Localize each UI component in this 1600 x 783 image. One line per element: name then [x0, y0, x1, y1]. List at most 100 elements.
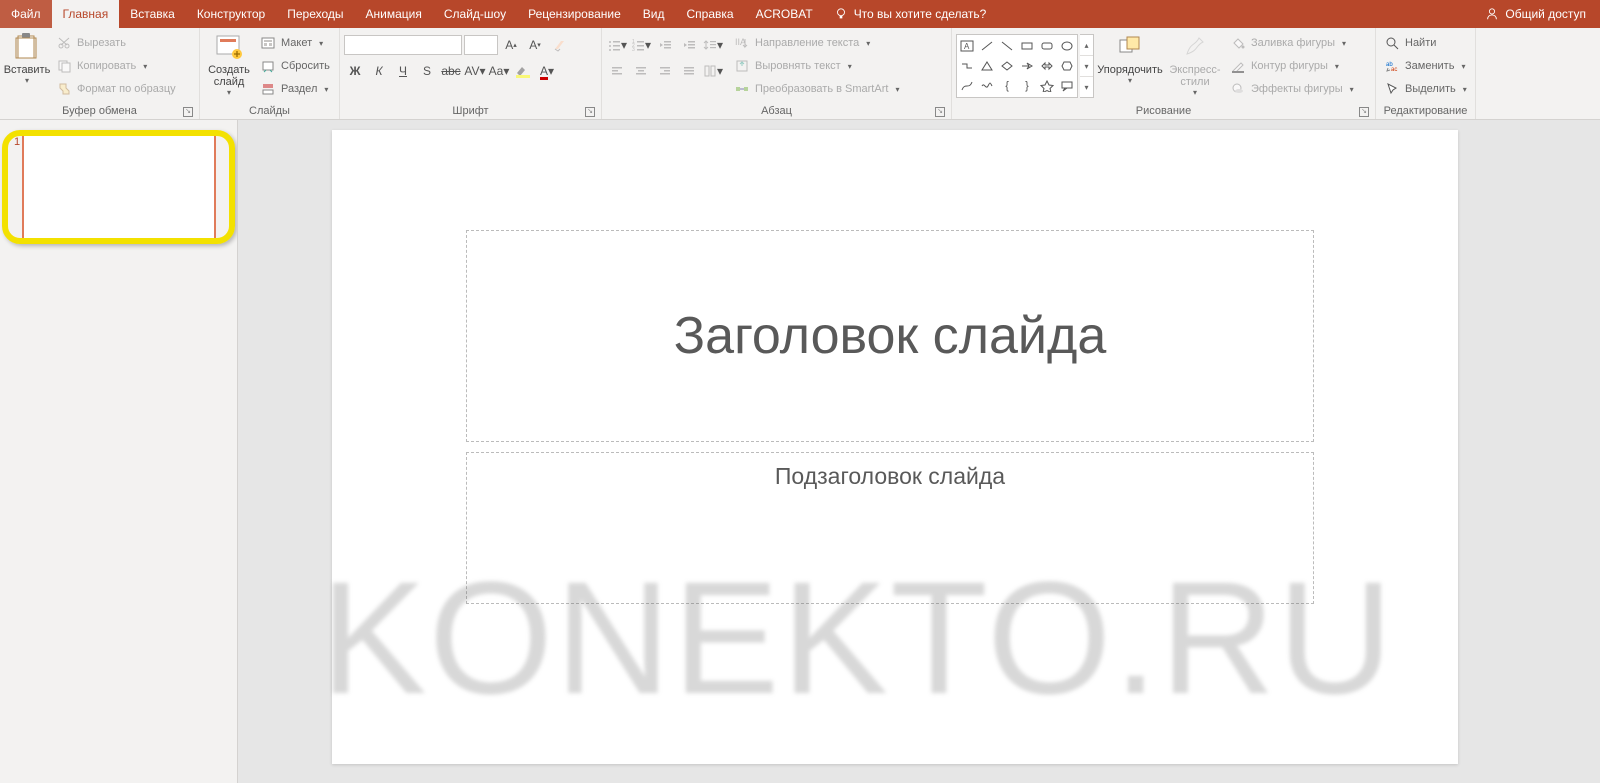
copy-button[interactable]: Копировать ▾: [52, 55, 180, 77]
share-icon: [1485, 7, 1499, 21]
tab-file[interactable]: Файл: [0, 0, 52, 28]
shape-brace-l-icon[interactable]: {: [998, 77, 1017, 96]
layout-icon: [260, 35, 276, 51]
shape-rect-icon[interactable]: [1018, 36, 1037, 55]
shape-triangle-icon[interactable]: [978, 56, 997, 75]
shape-effects-button[interactable]: Эффекты фигуры▾: [1226, 78, 1358, 100]
grow-font-button[interactable]: A▴: [500, 34, 522, 56]
reset-button[interactable]: Сбросить: [256, 55, 334, 77]
numbering-button[interactable]: 123▾: [630, 34, 652, 56]
dialog-launcher-icon[interactable]: ↘: [935, 107, 945, 117]
shape-callout-icon[interactable]: [1057, 77, 1076, 96]
shape-fill-button[interactable]: Заливка фигуры▾: [1226, 32, 1358, 54]
shape-hexagon-icon[interactable]: [1057, 56, 1076, 75]
new-slide-label: Создать слайд: [206, 64, 252, 88]
replace-button[interactable]: abac Заменить▾: [1380, 55, 1471, 77]
highlight-button[interactable]: [512, 60, 534, 82]
shape-doublearrow-icon[interactable]: [1037, 56, 1056, 75]
tab-animations[interactable]: Анимация: [355, 0, 433, 28]
clear-formatting-button[interactable]: [548, 34, 570, 56]
shape-freeform-icon[interactable]: [978, 77, 997, 96]
change-case-button[interactable]: Aa▾: [488, 60, 510, 82]
shape-roundrect-icon[interactable]: [1037, 36, 1056, 55]
align-text-button[interactable]: Выровнять текст▾: [730, 55, 903, 77]
shape-arrow-icon[interactable]: [1018, 56, 1037, 75]
shape-star-icon[interactable]: [1037, 77, 1056, 96]
text-direction-button[interactable]: IIA Направление текста▾: [730, 32, 903, 54]
columns-button[interactable]: ▾: [702, 60, 724, 82]
slide-canvas-area[interactable]: Заголовок слайда Подзаголовок слайда KON…: [238, 120, 1600, 783]
cut-button[interactable]: Вырезать: [52, 32, 180, 54]
scroll-down-icon[interactable]: ▾: [1080, 56, 1093, 77]
shape-line2-icon[interactable]: [998, 36, 1017, 55]
tab-design[interactable]: Конструктор: [186, 0, 276, 28]
section-label: Раздел: [281, 83, 317, 95]
share-button[interactable]: Общий доступ: [1471, 0, 1600, 28]
chevron-down-icon: ▾: [1193, 89, 1197, 98]
tab-home[interactable]: Главная: [52, 0, 120, 28]
underline-button[interactable]: Ч: [392, 60, 414, 82]
shape-circle-icon[interactable]: [1057, 36, 1076, 55]
shapes-gallery[interactable]: A { }: [956, 34, 1078, 98]
align-right-button[interactable]: [654, 60, 676, 82]
shape-diamond-icon[interactable]: [998, 56, 1017, 75]
char-spacing-button[interactable]: AV▾: [464, 60, 486, 82]
justify-button[interactable]: [678, 60, 700, 82]
tab-transitions[interactable]: Переходы: [276, 0, 354, 28]
tab-view[interactable]: Вид: [632, 0, 676, 28]
shape-connector-icon[interactable]: [958, 56, 977, 75]
find-button[interactable]: Найти: [1380, 32, 1471, 54]
font-size-combo[interactable]: [464, 35, 498, 55]
paste-button[interactable]: Вставить ▾: [4, 30, 50, 88]
text-direction-icon: IIA: [734, 35, 750, 51]
layout-button[interactable]: Макет ▾: [256, 32, 334, 54]
bold-button[interactable]: Ж: [344, 60, 366, 82]
strikethrough-button[interactable]: abc: [440, 60, 462, 82]
chevron-down-icon: ▾: [324, 85, 328, 94]
arrange-icon: [1115, 32, 1145, 62]
shape-outline-button[interactable]: Контур фигуры▾: [1226, 55, 1358, 77]
group-label-font: Шрифт ↘: [344, 104, 597, 119]
shadow-button[interactable]: S: [416, 60, 438, 82]
increase-indent-button[interactable]: [678, 34, 700, 56]
chevron-down-icon: ▾: [1128, 77, 1132, 86]
font-color-button[interactable]: A▾: [536, 60, 558, 82]
tab-help[interactable]: Справка: [675, 0, 744, 28]
shape-curve-icon[interactable]: [958, 77, 977, 96]
chevron-down-icon: ▾: [25, 77, 29, 86]
tab-review[interactable]: Рецензирование: [517, 0, 632, 28]
cursor-icon: [1384, 81, 1400, 97]
tab-insert[interactable]: Вставка: [119, 0, 186, 28]
dialog-launcher-icon[interactable]: ↘: [585, 107, 595, 117]
arrange-button[interactable]: Упорядочить ▾: [1096, 30, 1164, 88]
new-slide-button[interactable]: Создать слайд ▾: [204, 30, 254, 100]
align-left-button[interactable]: [606, 60, 628, 82]
section-button[interactable]: Раздел ▾: [256, 78, 334, 100]
italic-button[interactable]: К: [368, 60, 390, 82]
convert-smartart-button[interactable]: Преобразовать в SmartArt▾: [730, 78, 903, 100]
format-painter-button[interactable]: Формат по образцу: [52, 78, 180, 100]
select-button[interactable]: Выделить▾: [1380, 78, 1471, 100]
lightbulb-icon: [834, 7, 848, 21]
line-spacing-button[interactable]: ▾: [702, 34, 724, 56]
tell-me-search[interactable]: Что вы хотите сделать?: [824, 0, 997, 28]
dialog-launcher-icon[interactable]: ↘: [1359, 107, 1369, 117]
tab-slideshow[interactable]: Слайд-шоу: [433, 0, 517, 28]
shape-brace-r-icon[interactable]: }: [1018, 77, 1037, 96]
title-placeholder[interactable]: Заголовок слайда: [466, 230, 1314, 442]
quick-styles-button[interactable]: Экспресс-стили ▾: [1166, 30, 1224, 100]
font-name-combo[interactable]: [344, 35, 462, 55]
decrease-indent-button[interactable]: [654, 34, 676, 56]
shape-line-icon[interactable]: [978, 36, 997, 55]
align-center-button[interactable]: [630, 60, 652, 82]
align-text-icon: [734, 58, 750, 74]
bullets-button[interactable]: ▾: [606, 34, 628, 56]
scroll-more-icon[interactable]: ▾: [1080, 77, 1093, 97]
shapes-gallery-scroll[interactable]: ▴ ▾ ▾: [1080, 34, 1094, 98]
scroll-up-icon[interactable]: ▴: [1080, 35, 1093, 56]
shape-textbox-icon[interactable]: A: [958, 36, 977, 55]
ribbon-tabs: Файл Главная Вставка Конструктор Переход…: [0, 0, 1600, 28]
shrink-font-button[interactable]: A▾: [524, 34, 546, 56]
dialog-launcher-icon[interactable]: ↘: [183, 107, 193, 117]
tab-acrobat[interactable]: ACROBAT: [745, 0, 824, 28]
